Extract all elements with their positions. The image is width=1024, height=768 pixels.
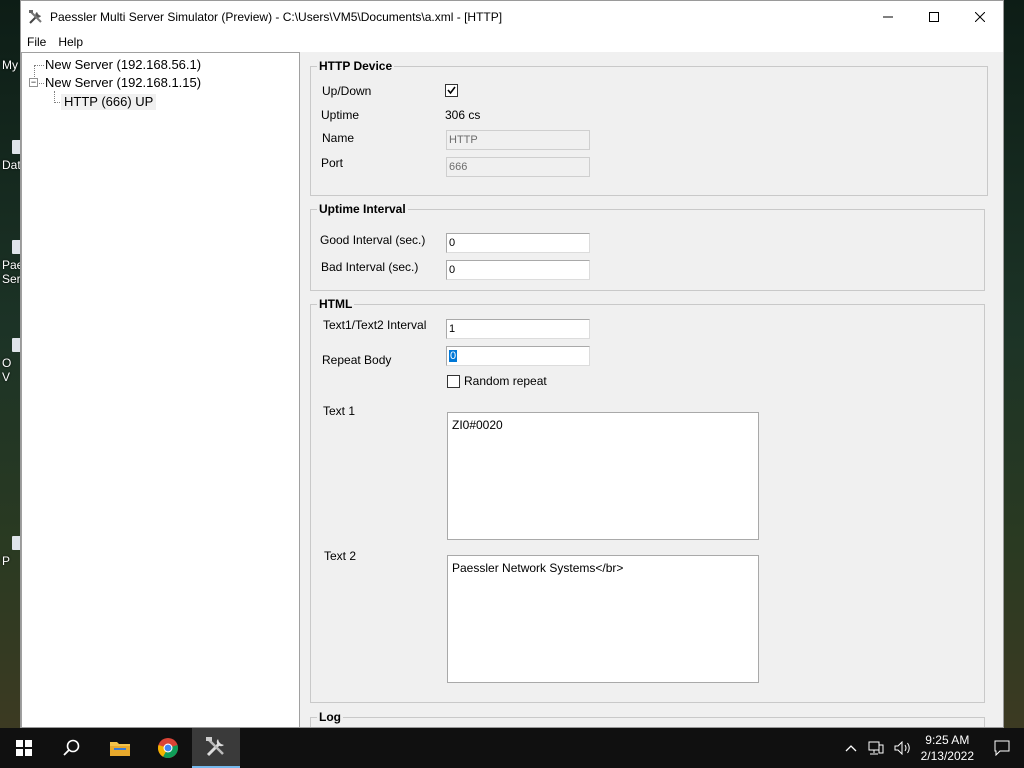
tree-connector (39, 83, 44, 84)
simulator-taskbar-button[interactable] (192, 728, 240, 768)
windows-icon (16, 740, 32, 756)
chevron-up-icon[interactable] (839, 744, 863, 752)
bad-interval-field[interactable]: 0 (446, 260, 590, 280)
uptime-label: Uptime (321, 108, 360, 122)
tree-node-http[interactable]: HTTP (666) UP (61, 94, 157, 110)
minimize-icon (883, 16, 893, 17)
random-repeat-label[interactable]: Random repeat (464, 374, 547, 388)
random-repeat-checkbox[interactable] (447, 375, 460, 388)
uptime-interval-legend: Uptime Interval (317, 202, 408, 216)
tree-node-server-1[interactable]: New Server (192.168.56.1) (45, 57, 201, 73)
window-title: Paessler Multi Server Simulator (Preview… (50, 9, 503, 24)
server-tree[interactable]: New Server (192.168.56.1) − New Server (… (21, 52, 300, 727)
name-field[interactable]: HTTP (446, 130, 590, 150)
desktop-label-my[interactable]: My (2, 58, 18, 72)
html-legend: HTML (317, 297, 355, 311)
tools-icon (28, 9, 44, 25)
uptime-value: 306 cs (445, 108, 481, 122)
log-legend: Log (317, 710, 343, 724)
text2-label: Text 2 (324, 549, 357, 563)
close-button[interactable] (957, 1, 1003, 32)
port-field[interactable]: 666 (446, 157, 590, 177)
http-device-legend: HTTP Device (317, 59, 395, 73)
chrome-button[interactable] (144, 728, 192, 768)
search-icon (63, 739, 80, 756)
text1-label: Text 1 (323, 404, 356, 418)
system-tray: 9:25 AM 2/13/2022 (839, 728, 1024, 768)
tree-node-server-2[interactable]: New Server (192.168.1.15) (45, 75, 201, 91)
log-group: Log (310, 711, 985, 727)
name-label: Name (322, 131, 355, 145)
search-button[interactable] (48, 728, 96, 768)
clock-time: 9:25 AM (925, 733, 970, 747)
repeat-body-field[interactable]: 0 (446, 346, 590, 366)
good-interval-label: Good Interval (sec.) (320, 233, 426, 247)
notifications-icon[interactable] (984, 740, 1024, 756)
system-clock[interactable]: 9:25 AM 2/13/2022 (921, 732, 974, 764)
text2-textarea[interactable]: Paessler Network Systems</br> (447, 555, 759, 683)
updown-checkbox[interactable] (445, 84, 458, 97)
menu-file[interactable]: File (21, 32, 52, 52)
taskbar: 9:25 AM 2/13/2022 (0, 728, 1024, 768)
repeat-body-value: 0 (449, 350, 458, 362)
http-device-group: HTTP Device Up/Down Uptime 306 cs Name H… (310, 60, 988, 196)
collapse-icon[interactable]: − (29, 78, 38, 87)
maximize-icon (929, 11, 939, 22)
port-label: Port (321, 156, 344, 170)
menu-help[interactable]: Help (52, 32, 89, 52)
clock-date: 2/13/2022 (920, 749, 974, 763)
close-icon (975, 11, 985, 22)
menu-bar: File Help (21, 32, 1003, 52)
tools-icon (206, 737, 224, 757)
repeat-body-label: Repeat Body (322, 353, 392, 367)
desktop-label-dat[interactable]: Dat (2, 158, 21, 172)
updown-label: Up/Down (322, 84, 372, 98)
text1-textarea[interactable]: ZI0#0020 (447, 412, 759, 540)
title-bar[interactable]: Paessler Multi Server Simulator (Preview… (21, 1, 1003, 32)
html-group: HTML Text1/Text2 Interval 1 Repeat Body … (310, 298, 985, 703)
file-explorer-button[interactable] (96, 728, 144, 768)
good-interval-field[interactable]: 0 (446, 233, 590, 253)
volume-icon[interactable] (889, 741, 917, 755)
settings-pane: HTTP Device Up/Down Uptime 306 cs Name H… (304, 52, 1003, 727)
app-window: Paessler Multi Server Simulator (Preview… (20, 0, 1004, 728)
desktop-label-v[interactable]: V (2, 370, 10, 384)
desktop-label-ser[interactable]: Ser (2, 272, 21, 286)
network-icon[interactable] (863, 741, 889, 755)
desktop-label-o[interactable]: O (2, 356, 11, 370)
text-interval-field[interactable]: 1 (446, 319, 590, 339)
folder-icon (110, 742, 130, 756)
desktop-label-p[interactable]: P (2, 554, 10, 568)
tree-connector (34, 65, 44, 66)
uptime-interval-group: Uptime Interval Good Interval (sec.) 0 B… (310, 203, 985, 291)
check-icon (447, 86, 456, 95)
minimize-button[interactable] (865, 1, 911, 32)
bad-interval-label: Bad Interval (sec.) (321, 260, 419, 274)
text-interval-label: Text1/Text2 Interval (323, 318, 427, 332)
maximize-button[interactable] (911, 1, 957, 32)
start-button[interactable] (0, 728, 48, 768)
chrome-icon (158, 738, 178, 759)
